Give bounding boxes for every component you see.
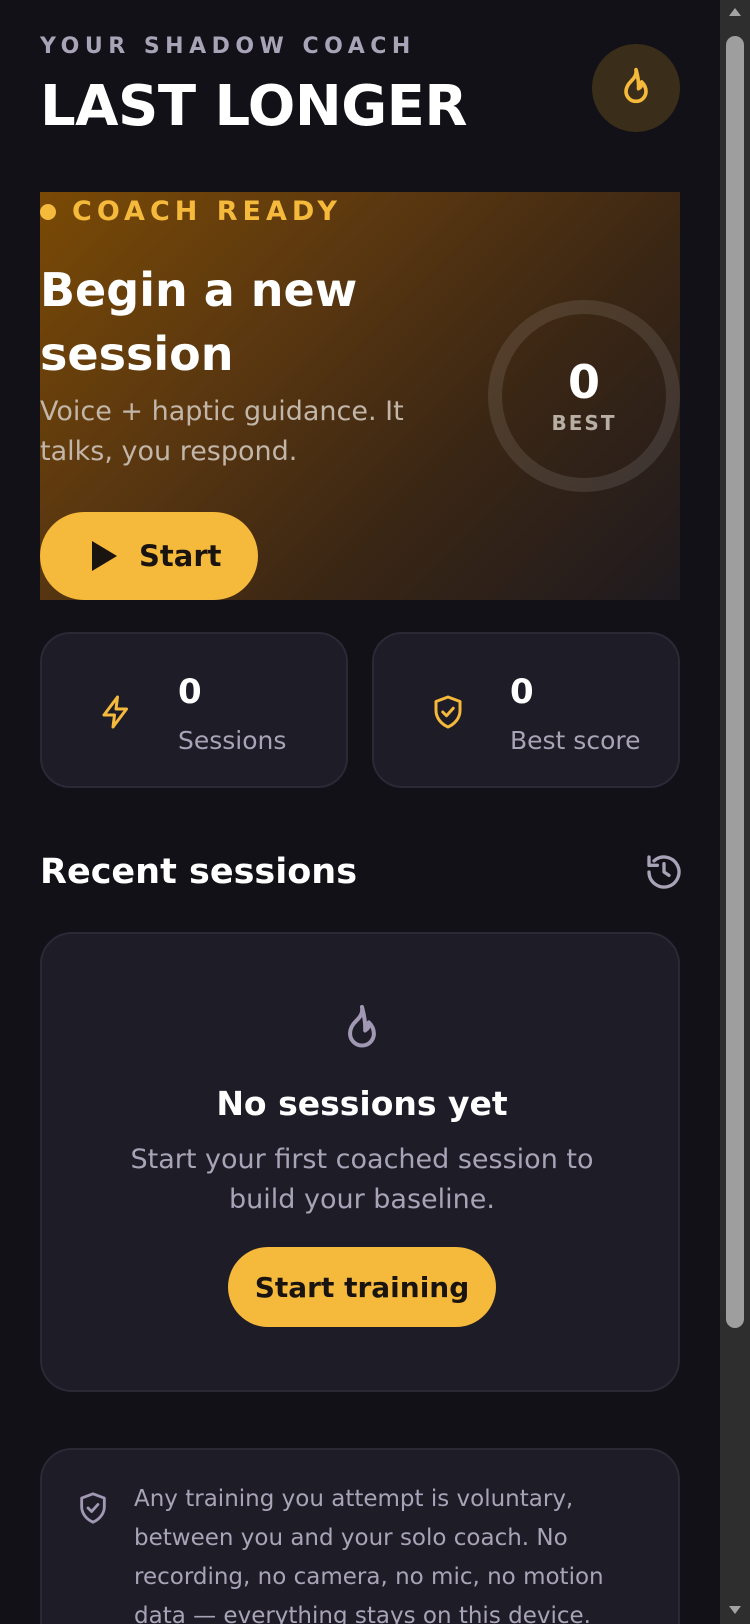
sessions-count: 0 bbox=[178, 672, 202, 712]
flame-icon bbox=[624, 67, 648, 104]
empty-text: Start your first coached session to buil… bbox=[130, 1144, 594, 1215]
flame-outline-icon bbox=[348, 1004, 376, 1048]
play-icon bbox=[92, 541, 117, 571]
session-hero-card: COACH READY Begin a new session Voice + … bbox=[40, 192, 680, 600]
app-eyebrow: YOUR SHADOW COACH bbox=[40, 34, 416, 59]
history-icon[interactable] bbox=[644, 852, 684, 892]
best-score-stat-label: Best score bbox=[510, 726, 641, 755]
sessions-label: Sessions bbox=[178, 726, 287, 755]
vertical-scrollbar[interactable] bbox=[720, 0, 750, 1624]
empty-title: No sessions yet bbox=[216, 1084, 508, 1123]
best-score-label: BEST bbox=[551, 411, 617, 435]
empty-sessions-card: No sessions yet Start your first coached… bbox=[40, 932, 680, 1392]
privacy-notice-card: Any training you attempt is voluntary, b… bbox=[40, 1448, 680, 1624]
app-title: LAST LONGER bbox=[40, 74, 468, 139]
status-dot bbox=[40, 203, 56, 220]
profile-flame-button[interactable] bbox=[592, 44, 680, 132]
status-text: COACH READY bbox=[72, 196, 342, 227]
best-score-ring: 0 BEST bbox=[488, 300, 680, 492]
start-training-button[interactable]: Start training bbox=[228, 1247, 496, 1327]
start-training-label: Start training bbox=[254, 1270, 470, 1304]
start-button-label: Start bbox=[139, 539, 222, 573]
hero-subtitle: Voice + haptic guidance. It talks, you r… bbox=[40, 396, 404, 467]
scroll-down-arrow[interactable] bbox=[729, 1606, 741, 1614]
app-screen: YOUR SHADOW COACH LAST LONGER COACH READ… bbox=[0, 0, 750, 1624]
recent-sessions-title: Recent sessions bbox=[40, 852, 358, 892]
start-button[interactable]: Start bbox=[40, 512, 258, 600]
stat-card-sessions: 0 Sessions bbox=[40, 632, 348, 788]
shield-check-icon bbox=[434, 695, 462, 729]
best-score-value: 0 bbox=[567, 355, 600, 409]
shield-check-icon bbox=[80, 1492, 106, 1524]
hero-title: Begin a new session bbox=[40, 263, 358, 381]
best-score-count: 0 bbox=[510, 672, 534, 712]
coach-status: COACH READY bbox=[40, 196, 342, 227]
stat-card-best-score: 0 Best score bbox=[372, 632, 680, 788]
scroll-thumb[interactable] bbox=[726, 36, 744, 1328]
privacy-text: Any training you attempt is voluntary, b… bbox=[134, 1486, 604, 1624]
lightning-icon bbox=[102, 695, 128, 729]
scroll-up-arrow[interactable] bbox=[729, 8, 741, 16]
